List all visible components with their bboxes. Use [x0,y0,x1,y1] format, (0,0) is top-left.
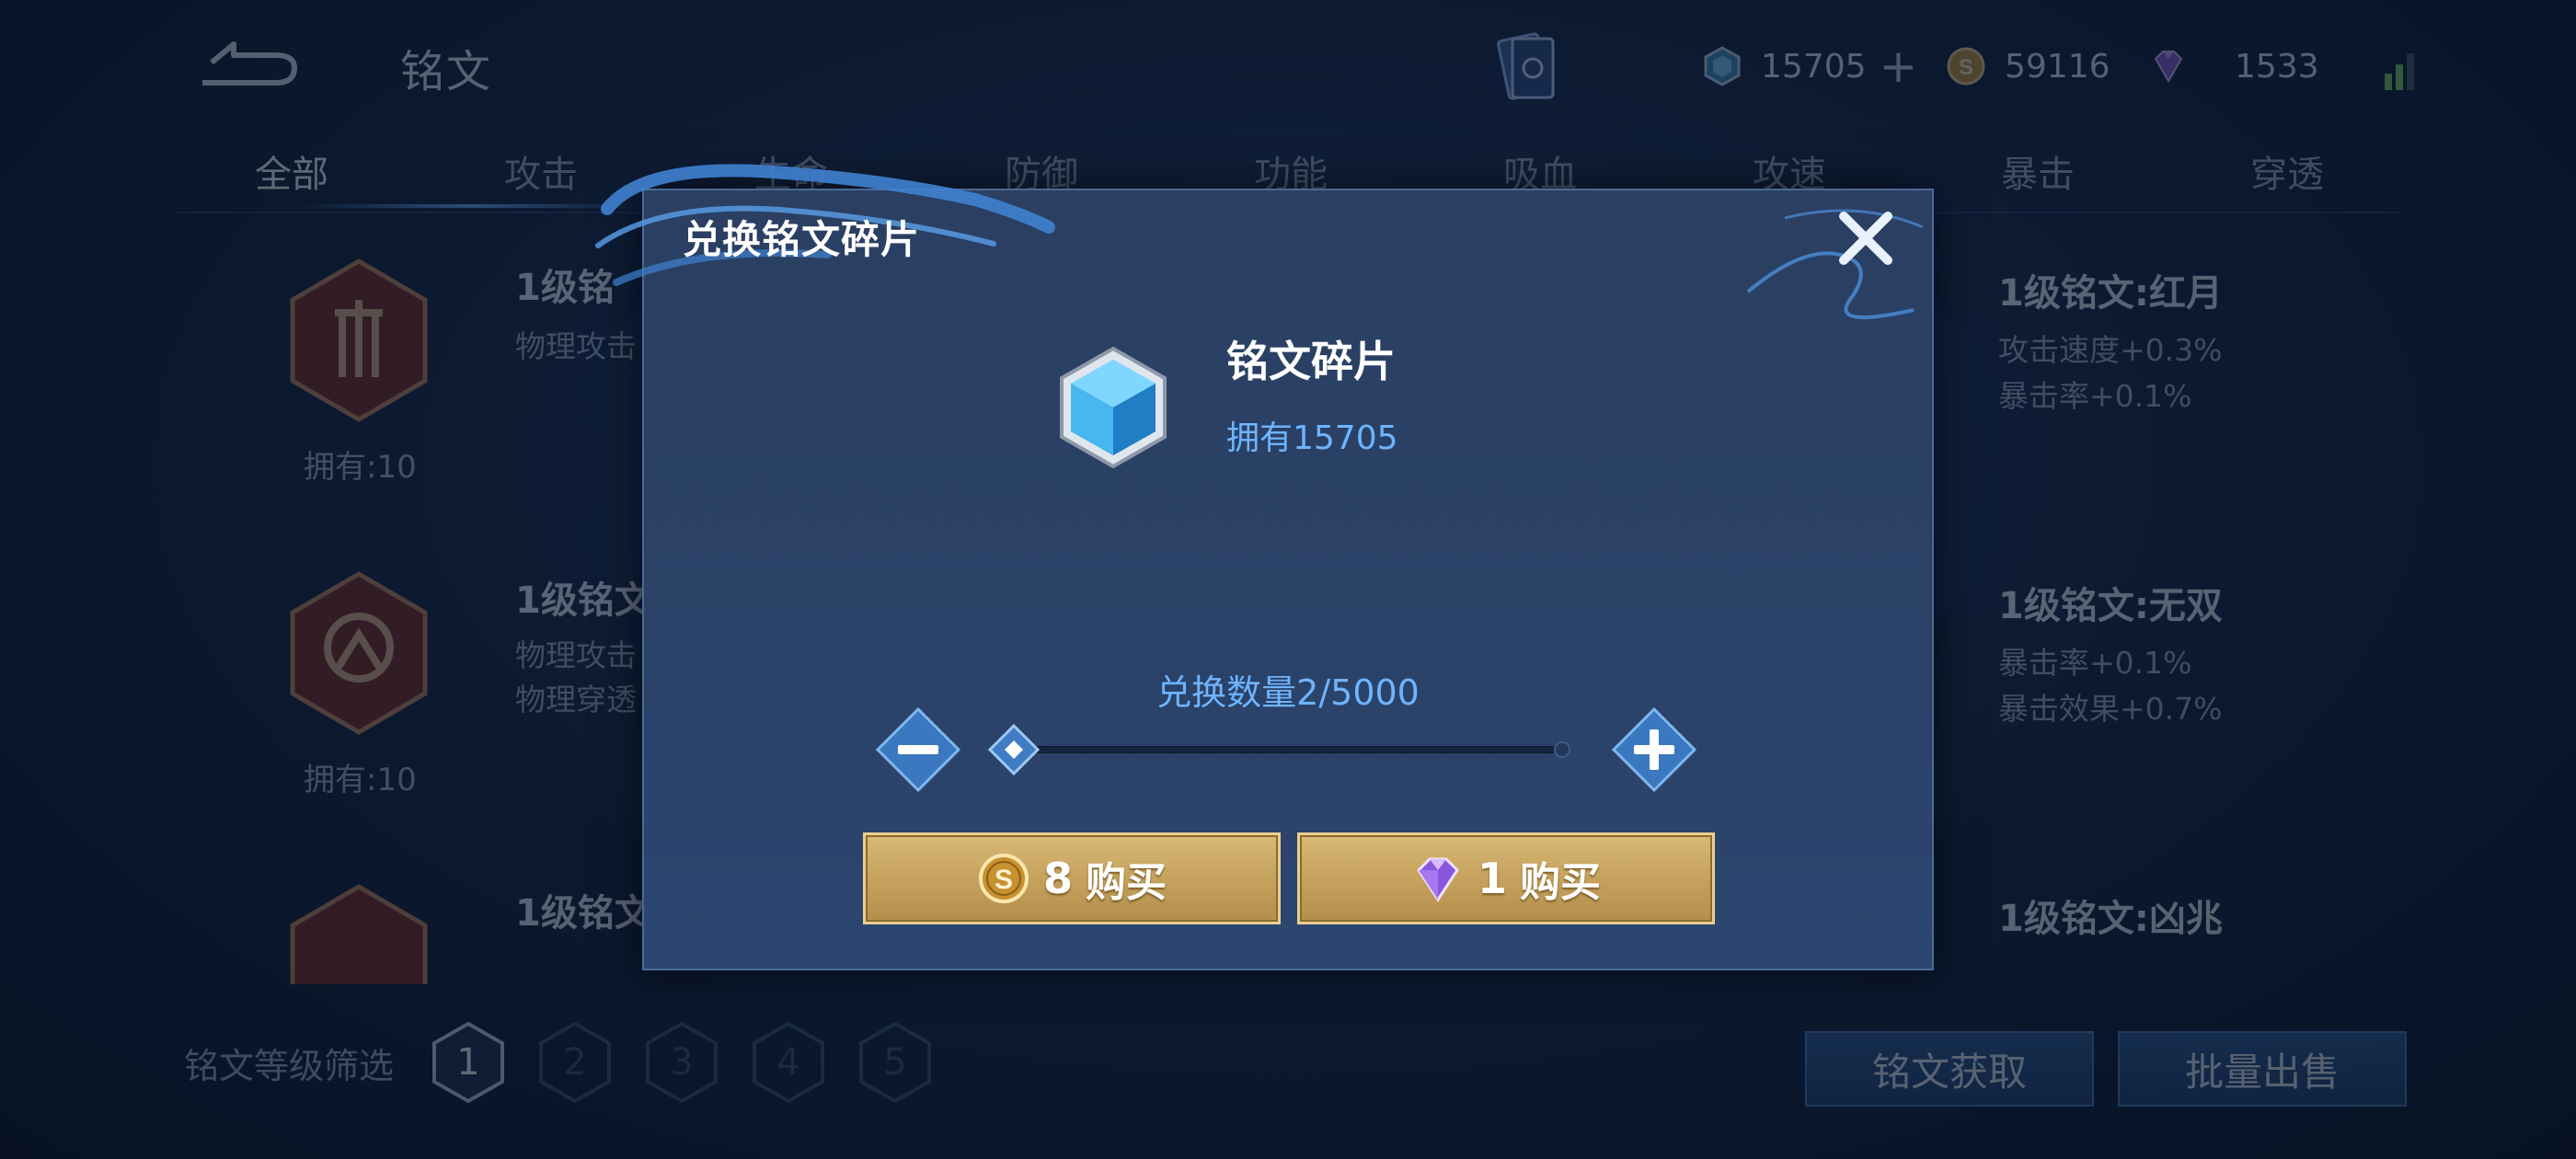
quantity-label: 兑换数量2/5000 [1156,672,1420,713]
gem-price: 1 [1477,854,1507,903]
item-name: 铭文碎片 [1226,337,1396,386]
exchange-dialog: 兑换铭文碎片 铭文碎片 拥有15705 兑换数量2/5000 S 8 购买 1 … [595,164,1934,970]
buy-with-gold-button[interactable]: S 8 购买 [863,832,1281,924]
svg-text:S: S [995,865,1013,895]
quantity-slider[interactable] [994,741,1570,758]
buy-label: 购买 [1086,859,1167,906]
decrease-quantity-button[interactable] [874,706,962,794]
gold-coin-icon: S [978,854,1029,903]
close-icon[interactable] [1831,203,1901,273]
slider-thumb[interactable] [986,722,1041,777]
slider-end [1554,741,1570,758]
gem-icon [1417,857,1459,902]
item-owned-count: 拥有15705 [1226,419,1398,457]
dialog-title: 兑换铭文碎片 [683,217,921,262]
buy-label: 购买 [1520,859,1601,906]
buy-with-gem-button[interactable]: 1 购买 [1297,832,1715,924]
gold-price: 8 [1042,854,1073,903]
inscription-fragment-icon [1060,346,1167,469]
increase-quantity-button[interactable] [1610,706,1698,794]
